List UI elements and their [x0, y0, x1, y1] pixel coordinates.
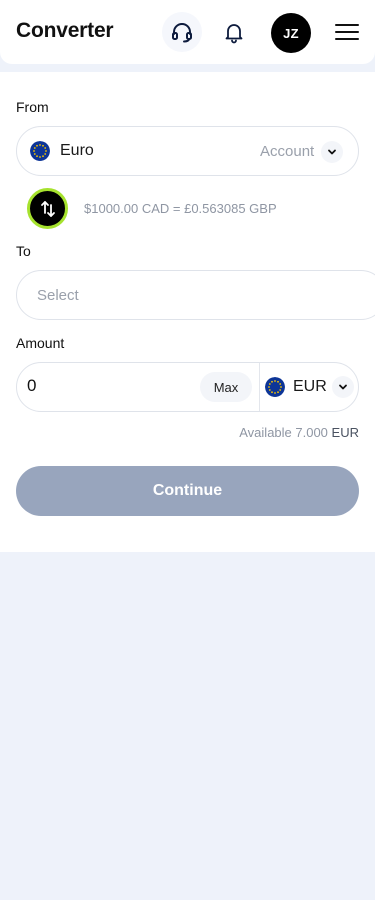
- to-select-placeholder: Select: [37, 287, 79, 304]
- page-title: Converter: [16, 19, 114, 42]
- swap-arrows-icon: [40, 200, 55, 217]
- notifications-button[interactable]: [214, 12, 254, 52]
- headset-icon: [172, 23, 192, 43]
- amount-divider: [259, 363, 260, 411]
- continue-button[interactable]: Continue: [16, 466, 359, 516]
- to-label: To: [16, 243, 31, 259]
- amount-currency-code[interactable]: EUR: [293, 378, 327, 396]
- support-button[interactable]: [162, 12, 202, 52]
- from-label: From: [16, 99, 49, 115]
- amount-field: 0 Max EUR: [16, 362, 359, 412]
- max-button[interactable]: Max: [200, 372, 252, 402]
- from-currency-name: Euro: [60, 142, 94, 159]
- app-header: Converter JZ: [0, 0, 375, 64]
- amount-input[interactable]: 0: [27, 376, 36, 396]
- eu-flag-icon: [30, 141, 50, 161]
- to-currency-select[interactable]: Select: [16, 270, 375, 320]
- amount-currency-chevron[interactable]: [332, 376, 354, 398]
- available-balance-text: Available 7.000: [239, 425, 328, 440]
- account-chevron-button[interactable]: [321, 141, 343, 163]
- menu-button[interactable]: [333, 20, 361, 44]
- eu-flag-icon: [265, 377, 285, 397]
- bell-icon: [225, 24, 243, 44]
- hamburger-menu-icon: [335, 24, 359, 40]
- chevron-down-icon: [328, 149, 336, 155]
- avatar[interactable]: JZ: [271, 13, 311, 53]
- from-currency-select[interactable]: Euro Account: [16, 126, 359, 176]
- available-balance-currency: EUR: [331, 425, 359, 440]
- converter-form: From Euro Account $1000.00 CAD = £0.5630…: [0, 72, 375, 552]
- swap-currencies-button[interactable]: [27, 188, 68, 229]
- account-select-label: Account: [260, 143, 315, 160]
- available-balance: Available 7.000 EUR: [239, 425, 359, 440]
- amount-label: Amount: [16, 335, 65, 351]
- chevron-down-icon: [339, 384, 347, 390]
- exchange-rate-text: $1000.00 CAD = £0.563085 GBP: [84, 201, 277, 216]
